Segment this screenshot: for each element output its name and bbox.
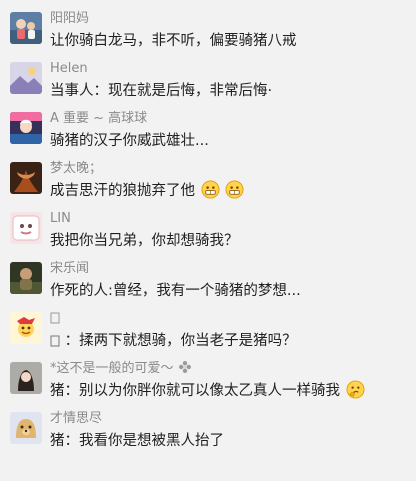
comment-text-content: ：揉两下就想骑，你当老子是猪吗？ xyxy=(64,333,297,349)
missing-glyph-box-icon xyxy=(50,312,60,330)
comment-item: 阳阳妈 让你骑白龙马，非不听，偏要骑猪八戒 xyxy=(0,10,416,52)
comment-item: 梦太晚； 成吉思汗的狼抛弃了他 xyxy=(0,160,416,202)
comment-item: 宋乐闻 作死的人:曾经，我有一个骑猪的梦想... xyxy=(0,260,416,302)
commenter-name: *这不是一般的可爱～ xyxy=(50,360,192,380)
comment-text: 猪：别以为你胖你就可以像太乙真人一样骑我 xyxy=(50,380,365,402)
comment-text: 我把你当兄弟，你却想骑我？ xyxy=(50,233,239,249)
commenter-name: 阳阳妈 xyxy=(50,11,90,26)
comment-item: A 重要 ~ 高球球 骑猪的汉子你威武雄壮... xyxy=(0,110,416,152)
comment-item: Helen 当事人：现在就是后悔，非常后悔· xyxy=(0,60,416,102)
comment-text: 让你骑白龙马，非不听，偏要骑猪八戒 xyxy=(50,33,297,49)
comment-text: 当事人：现在就是后悔，非常后悔· xyxy=(50,83,273,99)
avatar-user-1[interactable] xyxy=(10,12,42,44)
comment-text: 作死的人:曾经，我有一个骑猪的梦想... xyxy=(50,283,301,299)
commenter-name: Helen xyxy=(50,61,88,76)
comment-text-content: 猪：别以为你胖你就可以像太乙真人一样骑我 xyxy=(50,383,340,399)
avatar-user-5[interactable] xyxy=(10,212,42,244)
comment-item: ：揉两下就想骑，你当老子是猪吗？ xyxy=(0,310,416,352)
comment-item: LIN 我把你当兄弟，你却想骑我？ xyxy=(0,210,416,252)
comment-item: *这不是一般的可爱～ 猪：别以为你胖你就可以像太乙真人一样骑我 xyxy=(0,360,416,402)
avatar-user-9[interactable] xyxy=(10,412,42,444)
commenter-name: A 重要 ~ 高球球 xyxy=(50,111,148,126)
comment-item: 才情思尽 猪：我看你是想被黑人抬了 xyxy=(0,410,416,452)
commenter-name-text: *这不是一般的可爱～ xyxy=(50,361,174,376)
avatar-user-4[interactable] xyxy=(10,162,42,194)
grimacing-face-icon xyxy=(201,180,220,199)
comment-text: ：揉两下就想骑，你当老子是猪吗？ xyxy=(50,330,297,354)
avatar-user-8[interactable] xyxy=(10,362,42,394)
avatar-user-7[interactable] xyxy=(10,312,42,344)
commenter-name: 宋乐闻 xyxy=(50,261,90,276)
grimacing-face-icon xyxy=(225,180,244,199)
avatar-user-6[interactable] xyxy=(10,262,42,294)
commenter-name: 才情思尽 xyxy=(50,411,103,426)
comment-text: 骑猪的汉子你威武雄壮... xyxy=(50,133,209,149)
commenter-name: 梦太晚； xyxy=(50,161,103,176)
comment-text-content: 成吉思汗的狼抛弃了他 xyxy=(50,183,195,199)
avatar-user-2[interactable] xyxy=(10,62,42,94)
thinking-face-icon xyxy=(346,380,365,399)
commenter-name: LIN xyxy=(50,211,71,226)
avatar-user-3[interactable] xyxy=(10,112,42,144)
comment-text: 成吉思汗的狼抛弃了他 xyxy=(50,180,244,202)
commenter-name xyxy=(50,310,60,330)
missing-glyph-box-icon xyxy=(50,332,60,354)
comment-text: 猪：我看你是想被黑人抬了 xyxy=(50,433,224,449)
flower-icon xyxy=(178,360,192,380)
comment-feed: 阳阳妈 让你骑白龙马，非不听，偏要骑猪八戒 Helen 当事人：现在就是后悔，非… xyxy=(0,0,416,481)
